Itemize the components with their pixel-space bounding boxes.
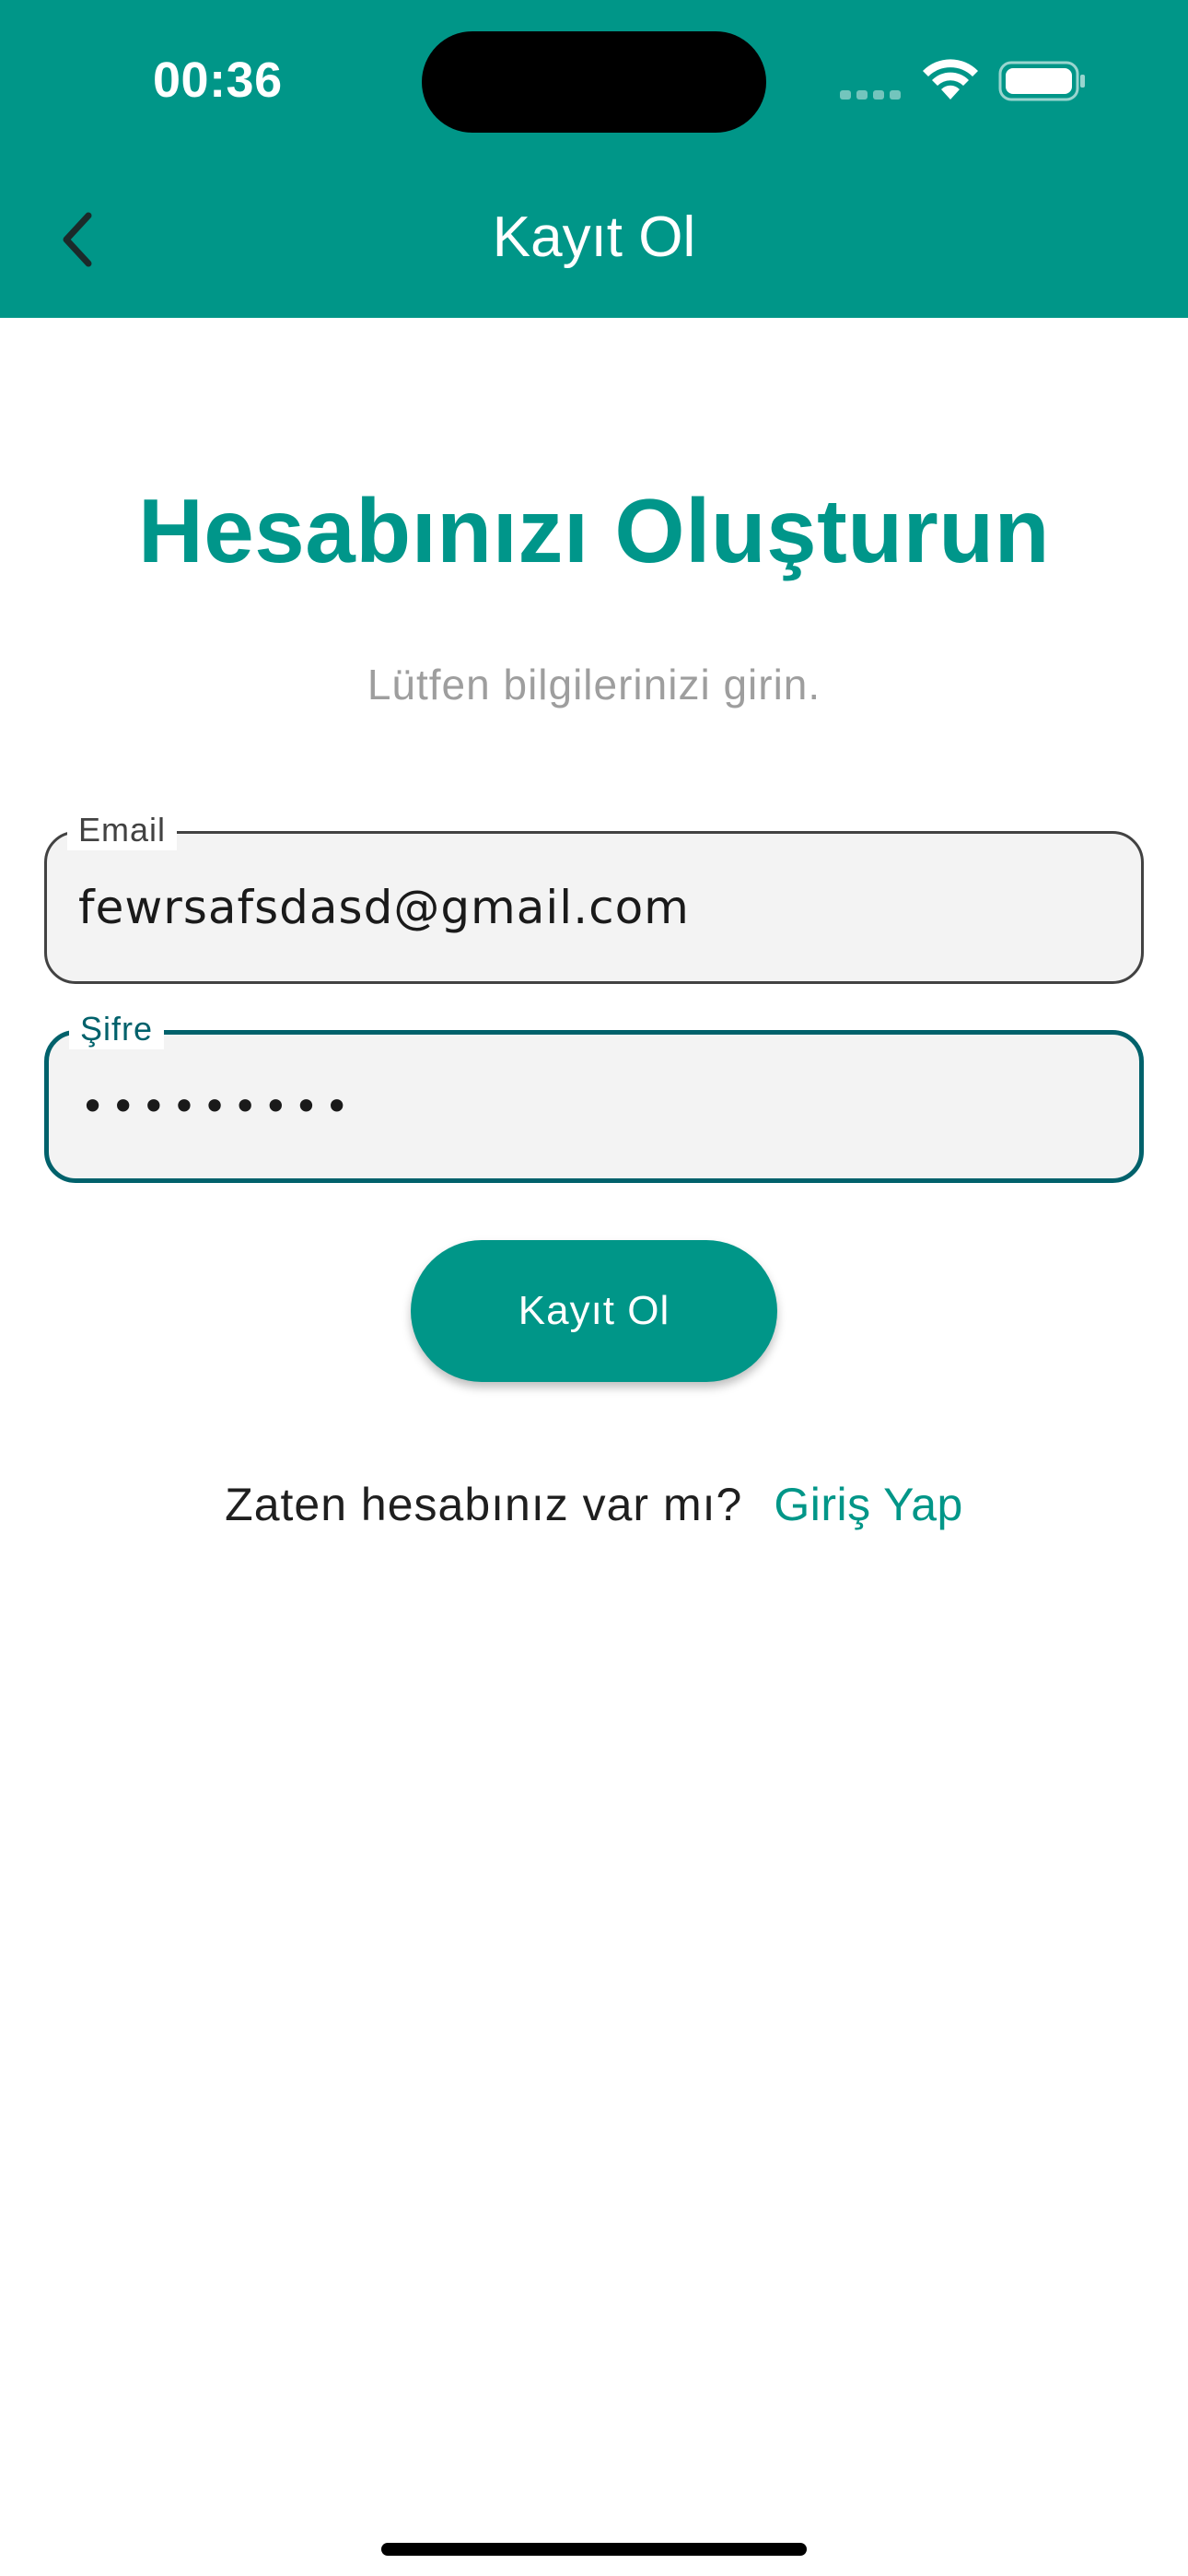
- login-prompt-text: Zaten hesabınız var mı?: [225, 1479, 743, 1530]
- cellular-signal-icon: [840, 87, 904, 101]
- register-screen: 00:36 Kayıt Ol Hesabınızı Oluşturun Lütf…: [0, 0, 1188, 2576]
- app-header: 00:36 Kayıt Ol: [0, 0, 1188, 318]
- page-heading: Hesabınızı Oluşturun: [137, 480, 1051, 581]
- password-input[interactable]: [80, 1035, 1112, 1178]
- login-link[interactable]: Giriş Yap: [774, 1479, 963, 1530]
- email-field[interactable]: Email: [44, 810, 1144, 984]
- dynamic-island: [422, 31, 766, 133]
- page-subtitle: Lütfen bilgilerinizi girin.: [367, 661, 821, 708]
- status-time: 00:36: [153, 53, 283, 108]
- app-bar-title: Kayıt Ol: [492, 205, 696, 269]
- login-prompt-row: Zaten hesabınız var mı? Giriş Yap: [0, 1478, 1188, 1531]
- home-indicator[interactable]: [381, 2543, 807, 2556]
- password-field[interactable]: Şifre: [44, 1009, 1144, 1183]
- email-input[interactable]: [78, 834, 1110, 981]
- battery-icon: [998, 61, 1085, 101]
- wifi-icon: [923, 59, 978, 100]
- register-button[interactable]: Kayıt Ol: [411, 1240, 777, 1382]
